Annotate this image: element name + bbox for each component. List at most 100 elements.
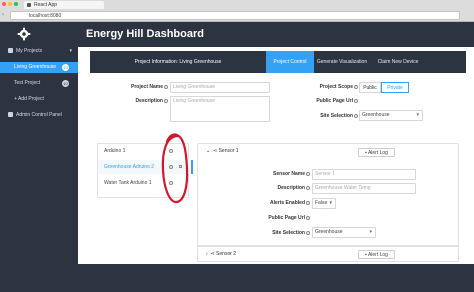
sensor-title: Sensor 1 xyxy=(218,148,239,154)
tab-claim-new-device[interactable]: Claim New Device xyxy=(370,51,426,73)
chevron-right-icon: › xyxy=(206,251,208,257)
placeholder-text: Living Greenhouse xyxy=(173,84,215,90)
public-page-url-label: Public Page Url xyxy=(298,98,358,104)
page-title: Energy Hill Dashboard xyxy=(86,28,204,40)
browser-chrome: React App ‹ localhost:8080 xyxy=(0,0,474,22)
alerts-enabled-label: Alerts Enabled xyxy=(248,200,310,206)
alert-log-button[interactable]: ▪ Alert Log xyxy=(358,148,395,157)
help-icon xyxy=(354,114,358,118)
scope-public-button[interactable]: Public xyxy=(359,82,381,93)
chevron-down-icon: ▾ xyxy=(369,229,372,235)
sidebar-admin-control-panel[interactable]: Admin Control Panel xyxy=(0,110,78,121)
close-window-button[interactable] xyxy=(2,2,6,6)
select-value: False xyxy=(315,200,328,206)
sensor-description-input[interactable]: Greenhouse Water Temp xyxy=(312,183,416,194)
sensor-1-panel: ⌄ ⋖ Sensor 1 ▪ Alert Log Sensor Name Sen… xyxy=(197,143,459,246)
sidebar-my-projects[interactable]: My Projects ▾ xyxy=(0,46,78,57)
button-label: Alert Log xyxy=(367,150,388,156)
sensor-2-panel: › ⋖ Sensor 2 ▪ Alert Log xyxy=(197,246,459,262)
add-project-label: + Add Project xyxy=(14,96,44,102)
scope-private-button[interactable]: Private xyxy=(381,82,409,93)
maximize-window-button[interactable] xyxy=(14,2,18,6)
help-icon xyxy=(306,216,310,220)
sensor-site-selection-select[interactable]: Greenhouse ▾ xyxy=(312,227,376,238)
sidebar-section-label: My Projects xyxy=(16,48,43,54)
alert-log-button[interactable]: ▪ Alert Log xyxy=(358,250,395,259)
chevron-down-icon: ▾ xyxy=(329,200,332,206)
device-label: Greenhouse Adruino 2 xyxy=(104,164,155,170)
browser-tab-title: React App xyxy=(34,2,58,8)
sensor-public-url-label: Public Page Url xyxy=(248,215,310,221)
project-name-label: Project Name xyxy=(108,84,168,90)
help-icon xyxy=(306,172,310,176)
label-text: Description xyxy=(277,185,305,191)
alert-icon: ▪ xyxy=(365,252,367,258)
site-selection-select[interactable]: Greenhouse ▾ xyxy=(359,110,423,121)
url-text: localhost:8080 xyxy=(29,13,62,19)
label-text: Alerts Enabled xyxy=(269,200,305,206)
project-info-label: Project Information: Living Greenhouse xyxy=(134,59,222,65)
select-value: Greenhouse xyxy=(315,229,343,235)
description-textarea[interactable]: Living Greenhouse xyxy=(170,96,270,122)
sidebar-item-test-project[interactable]: Test Project 10 xyxy=(0,78,78,89)
placeholder-text: Greenhouse Water Temp xyxy=(315,185,371,191)
share-icon: ⋖ xyxy=(212,148,218,154)
sensor-name-label: Sensor Name xyxy=(248,171,310,177)
alerts-enabled-select[interactable]: False ▾ xyxy=(312,198,336,209)
label-text: Public Page Url xyxy=(316,98,353,104)
device-label: Arduino 1 xyxy=(104,148,126,154)
sidebar-item-badge: 10 xyxy=(62,64,69,71)
sensor-site-selection-label: Site Selection xyxy=(248,230,310,236)
description-label: Description xyxy=(108,98,168,104)
label-text: Public Page Url xyxy=(268,215,305,221)
folder-icon xyxy=(8,48,13,53)
label-text: Site Selection xyxy=(272,230,305,236)
share-icon: ⋖ xyxy=(210,251,215,257)
chevron-down-icon: ▾ xyxy=(416,112,419,118)
app-header: Energy Hill Dashboard xyxy=(78,22,474,47)
project-tabs: Project Information: Living Greenhouse P… xyxy=(90,51,466,73)
help-icon xyxy=(354,99,358,103)
back-arrow-icon[interactable]: ‹ xyxy=(2,12,4,18)
caret-down-icon: ▾ xyxy=(69,48,72,54)
placeholder-text: Living Greenhouse xyxy=(173,98,215,104)
help-icon xyxy=(306,201,310,205)
sidebar-add-project[interactable]: + Add Project xyxy=(0,94,78,105)
annotation-circle xyxy=(161,133,189,204)
sensor-name-input[interactable]: Sensor 1 xyxy=(312,169,416,180)
label-text: Project Scope xyxy=(319,84,353,90)
help-icon xyxy=(354,85,358,89)
sidebar-item-label: Test Project xyxy=(14,80,41,86)
tab-project-control[interactable]: Project Control xyxy=(266,51,314,73)
device-label: Water Tank Arduino 1 xyxy=(104,180,152,186)
sensor-1-header[interactable]: ⌄ ⋖ Sensor 1 xyxy=(198,144,458,158)
placeholder-text: Sensor 1 xyxy=(315,171,336,177)
sensor-2-header[interactable]: › ⋖ Sensor 2 xyxy=(198,247,458,261)
project-scope-label: Project Scope xyxy=(298,84,358,90)
sensor-description-label: Description xyxy=(248,185,310,191)
site-selection-label: Site Selection xyxy=(298,113,358,119)
project-name-input[interactable]: Living Greenhouse xyxy=(170,82,270,93)
admin-icon xyxy=(8,112,13,117)
sidebar-item-label: Living Greenhouse xyxy=(14,64,56,70)
tab-generate-visualization[interactable]: Generate Visualization xyxy=(314,51,370,73)
minimize-window-button[interactable] xyxy=(8,2,12,6)
react-favicon-icon xyxy=(27,3,31,7)
help-icon xyxy=(306,231,310,235)
sensor-title: Sensor 2 xyxy=(216,251,237,257)
browser-tab[interactable]: React App xyxy=(24,1,104,9)
bottom-bar xyxy=(78,264,474,292)
help-icon xyxy=(164,99,168,103)
sidebar: My Projects ▾ Living Greenhouse 10 Test … xyxy=(0,22,78,292)
sidebar-item-badge: 10 xyxy=(62,80,69,87)
button-label: Alert Log xyxy=(367,252,388,258)
address-bar[interactable]: localhost:8080 xyxy=(10,11,460,20)
help-icon xyxy=(164,85,168,89)
alert-icon: ▪ xyxy=(365,150,367,156)
chevron-down-icon: ⌄ xyxy=(206,148,211,154)
label-text: Description xyxy=(135,98,163,104)
label-text: Site Selection xyxy=(320,113,353,119)
sidebar-item-living-greenhouse[interactable]: Living Greenhouse 10 xyxy=(0,62,78,73)
sidebar-item-label: Admin Control Panel xyxy=(16,112,62,118)
select-value: Greenhouse xyxy=(362,112,390,118)
